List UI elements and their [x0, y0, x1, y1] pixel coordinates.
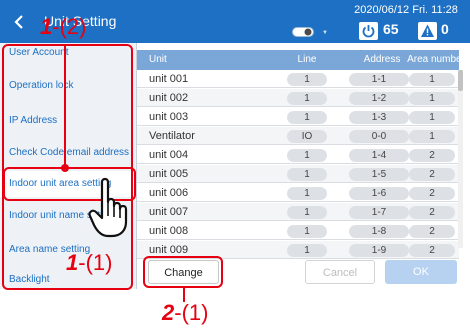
cell-area-number: 2 — [409, 149, 455, 162]
cell-unit-name: unit 007 — [149, 206, 189, 218]
cell-address: 1-6 — [349, 187, 409, 200]
cell-unit-name: unit 003 — [149, 111, 189, 123]
cell-unit-name: unit 004 — [149, 149, 189, 161]
callout-step-1-1: 1-(1) — [66, 250, 113, 275]
cell-area-number: 2 — [409, 168, 455, 181]
cell-area-number: 1 — [409, 92, 455, 105]
table-row[interactable]: Ventilator IO 0-0 1 — [137, 127, 459, 145]
cell-line: 1 — [287, 225, 327, 238]
cell-line: IO — [287, 130, 327, 143]
table-header: Unit Line Address Area number — [137, 50, 465, 70]
cell-line: 1 — [287, 92, 327, 105]
cell-line: 1 — [287, 111, 327, 124]
power-count: 65 — [383, 21, 399, 37]
column-header-area-number: Area number — [407, 54, 465, 65]
cancel-button[interactable]: Cancel — [305, 260, 375, 284]
cell-area-number: 1 — [409, 73, 455, 86]
table-scrollbar[interactable] — [458, 70, 463, 248]
table-row[interactable]: unit 001 1 1-1 1 — [137, 70, 459, 88]
triangle-down-icon[interactable]: ▼ — [322, 30, 328, 36]
cell-address: 1-2 — [349, 92, 409, 105]
cell-area-number: 2 — [409, 187, 455, 200]
cell-address: 1-8 — [349, 225, 409, 238]
datetime-display: 2020/06/12 Fri. 11:28 — [354, 4, 458, 16]
cell-unit-name: Ventilator — [149, 130, 195, 142]
table-row[interactable]: unit 005 1 1-5 2 — [137, 165, 459, 183]
callout-step-2-1: 2-(1) — [162, 300, 209, 325]
cell-address: 1-7 — [349, 206, 409, 219]
back-chevron-icon[interactable] — [14, 15, 24, 29]
table-row[interactable]: unit 002 1 1-2 1 — [137, 89, 459, 107]
cell-line: 1 — [287, 187, 327, 200]
column-header-unit: Unit — [149, 54, 167, 65]
toggle-icon[interactable] — [292, 27, 314, 37]
cell-line: 1 — [287, 149, 327, 162]
callout-step-1-2: 1-(2) — [40, 14, 87, 39]
change-button-highlight-box — [143, 256, 223, 288]
cell-unit-name: unit 005 — [149, 168, 189, 180]
cell-address: 1-3 — [349, 111, 409, 124]
cell-unit-name: unit 008 — [149, 225, 189, 237]
cell-address: 0-0 — [349, 130, 409, 143]
cell-area-number: 2 — [409, 244, 455, 257]
cell-area-number: 2 — [409, 225, 455, 238]
cell-area-number: 2 — [409, 206, 455, 219]
warning-count: 0 — [441, 21, 449, 37]
table-scroll-thumb[interactable] — [458, 70, 463, 91]
cell-area-number: 1 — [409, 130, 455, 143]
cell-unit-name: unit 001 — [149, 73, 189, 85]
table-row[interactable]: unit 004 1 1-4 2 — [137, 146, 459, 164]
cell-line: 1 — [287, 244, 327, 257]
callout-dot — [61, 164, 69, 172]
cell-address: 1-1 — [349, 73, 409, 86]
column-header-line: Line — [297, 54, 317, 65]
unit-table: Unit Line Address Area number unit 001 1 1… — [137, 50, 470, 259]
pointing-hand-icon — [88, 177, 128, 238]
cell-address: 1-4 — [349, 149, 409, 162]
cell-address: 1-5 — [349, 168, 409, 181]
cell-unit-name: unit 002 — [149, 92, 189, 104]
cell-area-number: 1 — [409, 111, 455, 124]
table-row[interactable]: unit 006 1 1-6 2 — [137, 184, 459, 202]
cell-line: 1 — [287, 206, 327, 219]
cell-line: 1 — [287, 73, 327, 86]
table-row[interactable]: unit 008 1 1-8 2 — [137, 222, 459, 240]
cell-unit-name: unit 006 — [149, 187, 189, 199]
table-row[interactable]: unit 007 1 1-7 2 — [137, 203, 459, 221]
cell-line: 1 — [287, 168, 327, 181]
ok-button[interactable]: OK — [385, 260, 457, 284]
power-icon — [359, 22, 378, 40]
table-row[interactable]: unit 003 1 1-3 1 — [137, 108, 459, 126]
cell-address: 1-9 — [349, 244, 409, 257]
warning-icon — [418, 22, 437, 40]
callout-leader-line — [64, 46, 66, 170]
